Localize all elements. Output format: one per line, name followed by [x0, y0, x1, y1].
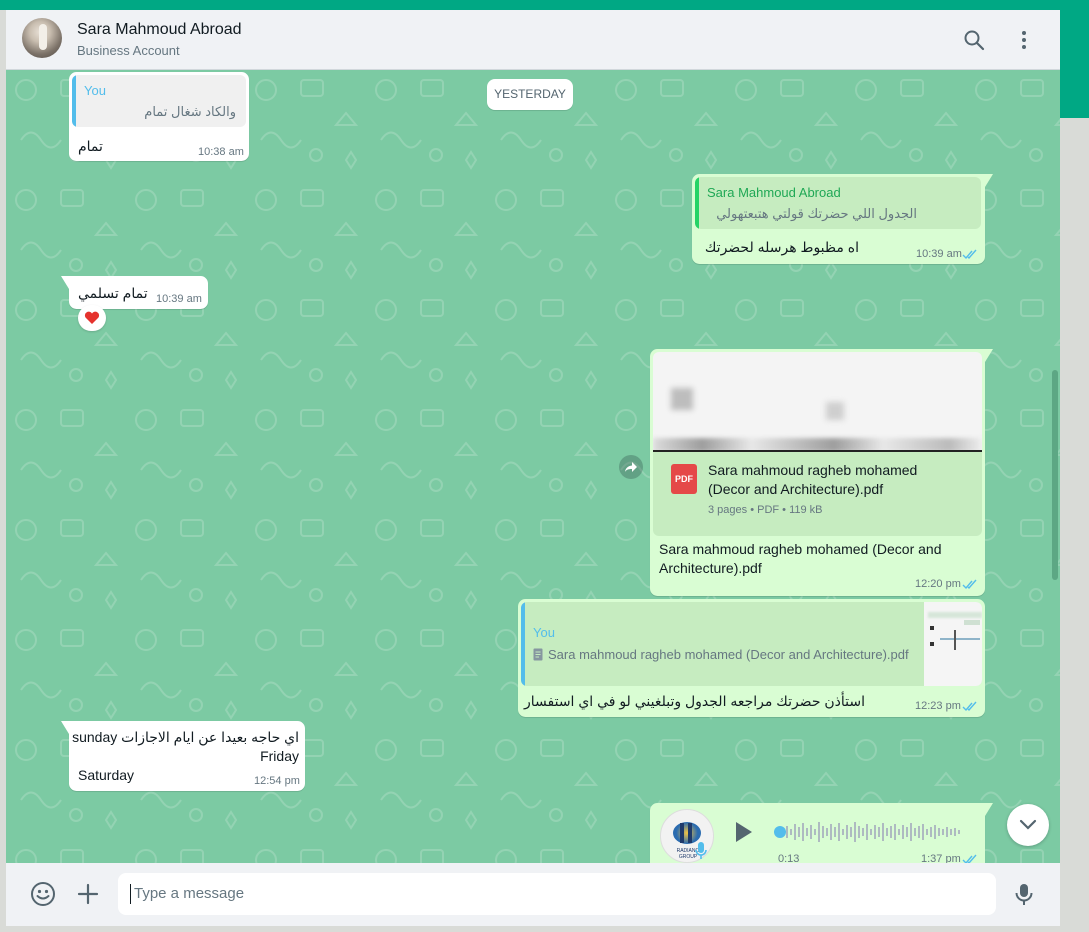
- message-bubble[interactable]: You والكاد شغال تمام تمام 10:38 am: [69, 72, 249, 161]
- quote-author: Sara Mahmoud Abroad: [707, 185, 841, 200]
- chat-window: Sara Mahmoud Abroad Business Account YES…: [6, 10, 1060, 926]
- message-text: تمام تسلمي: [78, 285, 148, 301]
- message-list[interactable]: YESTERDAY You والكاد شغال تمام تمام 10:3…: [6, 70, 1060, 863]
- message-time: 1:37 pm: [921, 853, 961, 863]
- document-preview[interactable]: [653, 352, 982, 452]
- chevron-down-icon: [1019, 819, 1037, 830]
- message-bubble[interactable]: You Sara mahmoud ragheb mohamed (Decor a…: [518, 599, 985, 717]
- reaction-heart[interactable]: [78, 305, 106, 331]
- microphone-badge-icon: [695, 842, 707, 859]
- quote-bar: [521, 602, 525, 686]
- document-card[interactable]: PDF Sara mahmoud ragheb mohamed (Decor a…: [653, 452, 982, 536]
- message-time: 10:39 am: [156, 293, 202, 305]
- contact-avatar[interactable]: [22, 18, 62, 58]
- caption-line1: Sara mahmoud ragheb mohamed (Decor and: [659, 541, 942, 557]
- scroll-to-bottom-button[interactable]: [1007, 804, 1049, 846]
- quote-text: Sara mahmoud ragheb mohamed (Decor and A…: [548, 647, 909, 662]
- read-receipt-icon: [962, 579, 977, 590]
- document-name-line2: (Decor and Architecture).pdf: [708, 481, 884, 497]
- message-bubble[interactable]: اي حاجه بعيدا عن ايام الاجازات sunday Fr…: [61, 721, 305, 791]
- quote-author: You: [84, 83, 106, 98]
- voice-duration: 0:13: [778, 853, 800, 863]
- message-bubble[interactable]: Sara Mahmoud Abroad الجدول اللي حضرتك قو…: [692, 174, 993, 264]
- voice-message[interactable]: RADIANO GROUP 0:13 1:37 pm: [650, 803, 993, 863]
- date-divider: YESTERDAY: [487, 79, 573, 110]
- message-text: اه مظبوط هرسله لحضرتك: [704, 239, 859, 255]
- quote-thumbnail: [924, 602, 982, 686]
- message-time: 10:39 am: [916, 248, 962, 260]
- quoted-message[interactable]: You Sara mahmoud ragheb mohamed (Decor a…: [521, 602, 982, 686]
- chat-header[interactable]: Sara Mahmoud Abroad Business Account: [6, 10, 1060, 70]
- message-line2: Friday: [260, 748, 299, 764]
- forward-icon: [625, 462, 637, 472]
- emoji-icon[interactable]: [30, 881, 56, 907]
- message-time: 12:23 pm: [915, 700, 961, 712]
- quote-text: الجدول اللي حضرتك قولتي هتبعتهولي: [716, 206, 917, 221]
- text-caret: [130, 884, 131, 904]
- play-icon: [736, 822, 752, 842]
- waveform-thumb[interactable]: [774, 826, 786, 838]
- contact-name[interactable]: Sara Mahmoud Abroad: [77, 21, 242, 39]
- message-time: 12:54 pm: [254, 775, 300, 787]
- search-icon[interactable]: [962, 28, 986, 52]
- message-text: استأذن حضرتك مراجعه الجدول وتبلغيني لو ف…: [524, 693, 865, 709]
- document-name-line1: Sara mahmoud ragheb mohamed: [708, 462, 918, 478]
- composer-bar: Type a message: [6, 863, 1060, 926]
- quote-bar: [72, 75, 76, 127]
- document-small-icon: [533, 648, 545, 661]
- voice-waveform[interactable]: [772, 817, 972, 847]
- message-text: تمام: [78, 138, 103, 154]
- chat-scrollbar[interactable]: [1052, 370, 1058, 580]
- pdf-file-icon: PDF: [671, 464, 697, 494]
- message-time: 10:38 am: [198, 146, 244, 158]
- window-right-strip: [1060, 0, 1089, 118]
- document-meta: 3 pages • PDF • 119 kB: [708, 504, 823, 516]
- microphone-icon[interactable]: [1011, 881, 1037, 907]
- heart-icon: [84, 311, 100, 324]
- caption-line2: Architecture).pdf: [659, 560, 762, 576]
- read-receipt-icon: [962, 854, 977, 863]
- message-input[interactable]: Type a message: [118, 873, 996, 915]
- read-receipt-icon: [962, 249, 977, 260]
- quote-text: والكاد شغال تمام: [144, 104, 236, 119]
- contact-subtitle: Business Account: [77, 43, 180, 58]
- quoted-message[interactable]: You والكاد شغال تمام: [72, 75, 246, 127]
- message-line1: اي حاجه بعيدا عن ايام الاجازات sunday: [72, 729, 299, 745]
- document-message[interactable]: PDF Sara mahmoud ragheb mohamed (Decor a…: [650, 349, 993, 596]
- window-top-strip: [0, 0, 1089, 10]
- play-button[interactable]: [732, 820, 756, 846]
- quote-bar: [695, 177, 699, 229]
- attach-plus-icon[interactable]: [75, 881, 101, 907]
- message-line3: Saturday: [78, 767, 135, 783]
- read-receipt-icon: [962, 701, 977, 712]
- message-input-placeholder: Type a message: [134, 885, 245, 902]
- quote-author: You: [533, 625, 555, 640]
- message-time: 12:20 pm: [915, 578, 961, 590]
- quoted-message[interactable]: Sara Mahmoud Abroad الجدول اللي حضرتك قو…: [695, 177, 981, 229]
- menu-kebab-icon[interactable]: [1012, 28, 1036, 52]
- forward-button[interactable]: [619, 455, 643, 479]
